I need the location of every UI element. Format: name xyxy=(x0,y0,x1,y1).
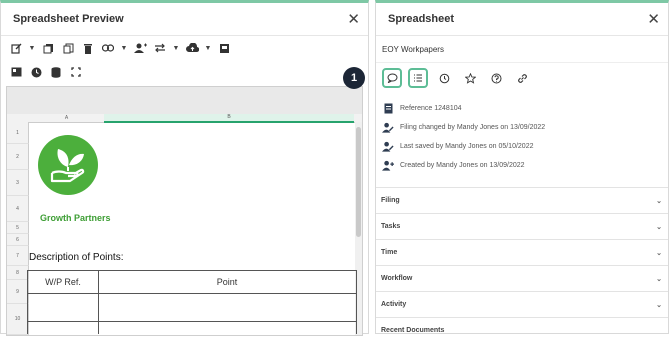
details-tabbar xyxy=(376,63,668,93)
delete-icon[interactable] xyxy=(79,39,97,57)
clock-icon[interactable] xyxy=(27,63,45,81)
history-icon[interactable] xyxy=(434,68,454,88)
preview-header: Spreadsheet Preview ✕ xyxy=(1,3,368,36)
section-filing[interactable]: Filing ⌄ xyxy=(376,187,668,213)
row-header[interactable]: 10 xyxy=(7,304,29,335)
brand-name: Growth Partners xyxy=(40,213,111,223)
comment-icon[interactable] xyxy=(382,68,402,88)
move-icon[interactable] xyxy=(151,39,169,57)
points-table: W/P Ref. Point xyxy=(27,270,357,334)
chevron-down-icon[interactable]: ▼ xyxy=(203,45,213,52)
duplicate-icon[interactable] xyxy=(59,39,77,57)
plant-hand-icon xyxy=(50,149,85,183)
row-header[interactable]: 9 xyxy=(7,280,29,304)
user-edit-icon xyxy=(382,122,394,133)
details-header: Spreadsheet ✕ xyxy=(376,3,668,36)
info-text: Last saved by Mandy Jones on 05/10/2022 xyxy=(400,143,534,150)
column-header-row: A B xyxy=(7,114,362,123)
section-tasks[interactable]: Tasks ⌄ xyxy=(376,213,668,239)
info-row-filing-changed: Filing changed by Mandy Jones on 13/09/2… xyxy=(382,118,662,137)
table-header-point: Point xyxy=(98,271,356,294)
info-text: Created by Mandy Jones on 13/09/2022 xyxy=(400,162,525,169)
link-icon[interactable] xyxy=(99,39,117,57)
close-icon[interactable]: ✕ xyxy=(347,12,360,27)
chevron-down-icon[interactable]: ▼ xyxy=(27,45,37,52)
info-text: Filing changed by Mandy Jones on 13/09/2… xyxy=(400,124,546,131)
document-info: Reference 1248104 Filing changed by Mand… xyxy=(376,93,668,175)
toolbar-row-2 xyxy=(1,60,368,84)
info-row-created: Created by Mandy Jones on 13/09/2022 xyxy=(382,156,662,175)
chevron-down-icon: ⌄ xyxy=(656,301,662,309)
section-activity[interactable]: Activity ⌄ xyxy=(376,291,668,317)
section-label: Time xyxy=(381,249,398,256)
chevron-down-icon: ⌄ xyxy=(656,249,662,257)
growth-partners-logo xyxy=(38,135,98,195)
section-time[interactable]: Time ⌄ xyxy=(376,239,668,265)
table-row-divider xyxy=(28,321,356,322)
user-add-icon xyxy=(382,160,394,171)
user-edit-icon xyxy=(382,141,394,152)
help-icon[interactable] xyxy=(486,68,506,88)
image-icon[interactable] xyxy=(7,63,25,81)
chevron-down-icon: ⌄ xyxy=(656,197,662,205)
row-header[interactable]: 7 xyxy=(7,246,29,266)
row-header[interactable]: 4 xyxy=(7,196,29,222)
row-header[interactable]: 8 xyxy=(7,266,29,280)
row-header[interactable]: 6 xyxy=(7,234,29,246)
edit-icon[interactable] xyxy=(7,39,25,57)
star-icon[interactable] xyxy=(460,68,480,88)
table-header-wp-ref: W/P Ref. xyxy=(28,271,99,294)
description-heading: Description of Points: xyxy=(29,252,124,263)
section-label: Workflow xyxy=(381,275,413,282)
section-label: Recent Documents xyxy=(381,327,445,334)
chevron-down-icon: ⌄ xyxy=(656,223,662,231)
row-header[interactable]: 5 xyxy=(7,222,29,234)
table-divider xyxy=(98,293,99,334)
chevron-down-icon: ⌄ xyxy=(656,275,662,283)
column-header-a[interactable]: A xyxy=(29,114,104,122)
step-badge: 1 xyxy=(343,67,365,89)
share-users-icon[interactable] xyxy=(131,39,149,57)
toolbar-row-1: ▼ ▼ ▼ ▼ xyxy=(1,36,368,60)
section-label: Activity xyxy=(381,301,407,308)
section-workflow[interactable]: Workflow ⌄ xyxy=(376,265,668,291)
row-header[interactable]: 3 xyxy=(7,170,29,196)
document-icon xyxy=(382,103,394,114)
info-text: Reference 1248104 xyxy=(400,105,462,112)
chevron-down-icon[interactable]: ▼ xyxy=(171,45,181,52)
section-recent-documents[interactable]: Recent Documents xyxy=(376,317,668,343)
fullscreen-icon[interactable] xyxy=(67,63,85,81)
close-icon[interactable]: ✕ xyxy=(647,12,660,27)
document-name: EOY Workpapers xyxy=(376,36,668,63)
details-title: Spreadsheet xyxy=(388,13,455,25)
chevron-down-icon[interactable]: ▼ xyxy=(119,45,129,52)
row-header[interactable]: 1 xyxy=(7,122,29,144)
section-label: Tasks xyxy=(381,223,401,230)
info-row-last-saved: Last saved by Mandy Jones on 05/10/2022 xyxy=(382,137,662,156)
cloud-upload-icon[interactable] xyxy=(183,39,201,57)
row-header[interactable]: 2 xyxy=(7,144,29,170)
link-icon[interactable] xyxy=(512,68,532,88)
scrollbar-thumb[interactable] xyxy=(356,127,361,237)
database-icon[interactable] xyxy=(47,63,65,81)
sheet-toolbar-band xyxy=(7,87,362,114)
section-label: Filing xyxy=(381,197,400,204)
preview-title: Spreadsheet Preview xyxy=(13,13,124,25)
archive-icon[interactable] xyxy=(215,39,233,57)
list-icon[interactable] xyxy=(408,68,428,88)
spreadsheet-details-panel: Spreadsheet ✕ EOY Workpapers Reference 1… xyxy=(375,0,669,334)
column-header-b[interactable]: B xyxy=(104,114,354,123)
info-row-reference: Reference 1248104 xyxy=(382,99,662,118)
copy-icon[interactable] xyxy=(39,39,57,57)
